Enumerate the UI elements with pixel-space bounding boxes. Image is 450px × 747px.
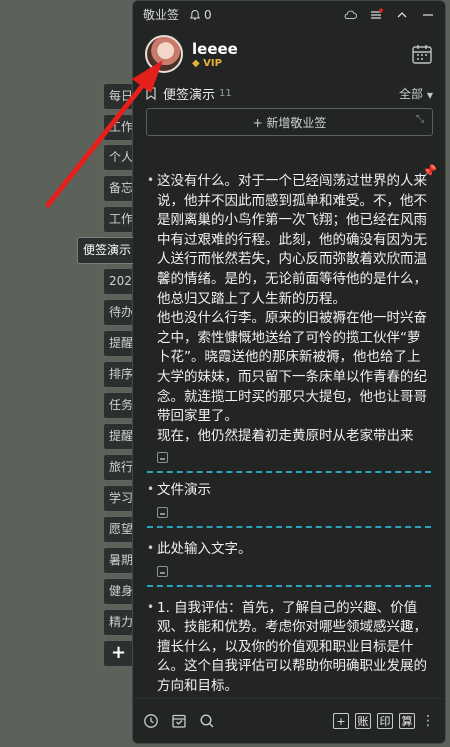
expand-icon[interactable]: ⤡: [416, 114, 424, 125]
side-tab-18[interactable]: 精力: [103, 609, 133, 636]
clock-icon[interactable]: [143, 713, 159, 729]
note-item[interactable]: 1. 自我评估：首先，了解自己的兴趣、价值观、技能和优势。考虑你对哪些领域感兴趣…: [133, 587, 445, 697]
calculate-button[interactable]: 算: [399, 713, 415, 729]
side-tab-17[interactable]: 健身: [103, 578, 133, 605]
side-tab-4[interactable]: 备忘: [103, 175, 133, 202]
add-note-button[interactable]: + 新增敬业签 ⤡: [146, 108, 433, 136]
bell-icon[interactable]: 0: [189, 8, 212, 22]
menu-icon[interactable]: [369, 8, 383, 22]
caret-down-icon: ▼: [426, 90, 433, 100]
username: leeee: [192, 39, 238, 58]
list-header: 便签演示 11 全部 ▼: [133, 80, 445, 106]
note-item[interactable]: 文件演示: [133, 473, 445, 518]
list-icon: [146, 86, 156, 100]
side-tab-2[interactable]: 工作: [103, 114, 133, 141]
note-item[interactable]: 此处输入文字。: [133, 528, 445, 577]
minimize-icon[interactable]: [421, 8, 435, 22]
account-button[interactable]: 账: [355, 713, 371, 729]
note-tool-icon[interactable]: [157, 452, 168, 464]
notify-count: 0: [204, 7, 212, 22]
bottom-toolbar: + 账 印 算 ⋮: [133, 698, 445, 743]
side-tab-7[interactable]: 202: [103, 268, 133, 295]
note-text[interactable]: 此处输入文字。: [147, 539, 429, 560]
filter-label: 全部: [399, 86, 424, 101]
note-tool-icon[interactable]: [157, 506, 168, 518]
side-tab-8[interactable]: 待办: [103, 299, 133, 326]
cloud-sync-icon[interactable]: [343, 8, 357, 22]
side-tab-15[interactable]: 愿望: [103, 516, 133, 543]
collapse-icon[interactable]: [395, 8, 409, 22]
note-text[interactable]: 1. 自我评估：首先，了解自己的兴趣、价值观、技能和优势。考虑你对哪些领域感兴趣…: [147, 598, 429, 697]
list-count: 11: [219, 87, 232, 99]
avatar[interactable]: [145, 35, 183, 73]
profile-header: leeee ◆ VIP: [133, 28, 445, 80]
notes-panel: 敬业签 0 leeee ◆ VIP 便签演示 11 全部 ▼ + 新增敬业签 ⤡…: [132, 0, 446, 744]
side-tab-13[interactable]: 旅行: [103, 454, 133, 481]
notes-list: 📌 这没有什么。对于一个已经闯荡过世界的人来说，他并不因此而感到孤单和难受。不，…: [133, 164, 445, 699]
calendar-icon[interactable]: [411, 43, 433, 65]
title-bar: 敬业签 0: [133, 1, 445, 28]
archive-icon[interactable]: [171, 713, 187, 729]
side-tab-active[interactable]: 便签演示: [77, 237, 133, 264]
print-button[interactable]: 印: [377, 713, 393, 729]
side-tab-3[interactable]: 个人: [103, 144, 133, 171]
side-tab-12[interactable]: 提醒: [103, 423, 133, 450]
note-item[interactable]: 📌 这没有什么。对于一个已经闯荡过世界的人来说，他并不因此而感到孤单和难受。不，…: [133, 164, 445, 464]
note-text[interactable]: 这没有什么。对于一个已经闯荡过世界的人来说，他并不因此而感到孤单和难受。不，他不…: [147, 171, 429, 309]
note-tool-icon[interactable]: [157, 565, 168, 577]
app-title: 敬业签: [143, 8, 180, 22]
add-note-label: + 新增敬业签: [252, 115, 327, 130]
search-icon[interactable]: [199, 713, 215, 729]
note-text[interactable]: 文件演示: [147, 480, 429, 501]
note-text[interactable]: 现在，他仍然提着初走黄原时从老家带出来: [147, 427, 429, 447]
list-name: 便签演示: [163, 87, 216, 103]
more-icon[interactable]: ⋮: [421, 714, 435, 728]
note-text[interactable]: 他也没什么行李。原来的旧被褥在他一时兴奋之中，索性慷慨地送给了可怜的揽工伙伴“萝…: [147, 309, 429, 427]
side-tab-16[interactable]: 暑期: [103, 547, 133, 574]
side-tab-11[interactable]: 任务: [103, 392, 133, 419]
side-tab-14[interactable]: 学习: [103, 485, 133, 512]
add-button[interactable]: +: [333, 713, 349, 729]
vip-badge-label: VIP: [203, 57, 222, 69]
vip-badge: ◆ VIP: [192, 57, 222, 69]
add-tab-button[interactable]: +: [103, 640, 133, 667]
filter-dropdown[interactable]: 全部 ▼: [399, 85, 433, 102]
side-tab-9[interactable]: 提醒: [103, 330, 133, 357]
side-tab-5[interactable]: 工作: [103, 206, 133, 233]
side-tab-10[interactable]: 排序: [103, 361, 133, 388]
side-tab-1[interactable]: 每日: [103, 83, 133, 110]
